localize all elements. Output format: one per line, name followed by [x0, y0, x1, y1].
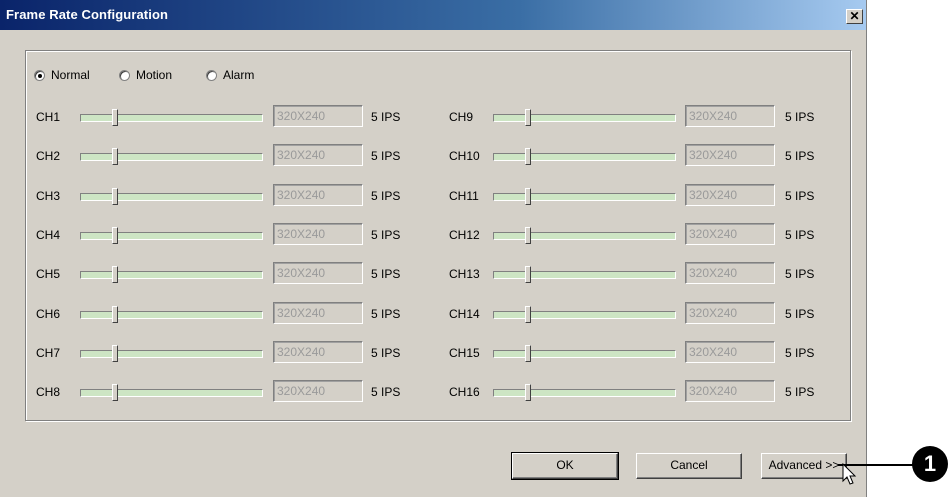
resolution-field: 320X240: [273, 223, 363, 245]
frame-rate-value: 5 IPS: [371, 149, 401, 163]
frame-rate-slider[interactable]: [493, 232, 676, 240]
frame-rate-value: 5 IPS: [371, 307, 401, 321]
channel-label: CH1: [36, 110, 61, 124]
frame-rate-slider[interactable]: [493, 114, 676, 122]
channel-label: CH14: [449, 307, 480, 321]
frame-rate-value: 5 IPS: [785, 110, 815, 124]
mode-label-motion: Motion: [136, 68, 173, 82]
channel-label: CH7: [36, 346, 61, 360]
resolution-field: 320X240: [685, 380, 775, 402]
resolution-field: 320X240: [273, 380, 363, 402]
frame-rate-slider[interactable]: [493, 311, 676, 319]
frame-rate-slider[interactable]: [80, 350, 263, 358]
ok-button[interactable]: OK: [511, 452, 619, 480]
frame-rate-value: 5 IPS: [371, 385, 401, 399]
mouse-pointer-icon: [842, 463, 857, 485]
slider-thumb[interactable]: [525, 188, 531, 205]
slider-thumb[interactable]: [525, 148, 531, 165]
frame-rate-value: 5 IPS: [371, 189, 401, 203]
callout-marker: 1: [912, 446, 948, 482]
advanced-button[interactable]: Advanced >>: [761, 453, 847, 479]
cancel-button[interactable]: Cancel: [636, 453, 742, 479]
resolution-field: 320X240: [685, 105, 775, 127]
frame-rate-slider[interactable]: [493, 350, 676, 358]
resolution-field: 320X240: [273, 302, 363, 324]
frame-rate-value: 5 IPS: [785, 267, 815, 281]
frame-rate-value: 5 IPS: [785, 149, 815, 163]
resolution-field: 320X240: [273, 341, 363, 363]
slider-thumb[interactable]: [525, 266, 531, 283]
slider-thumb[interactable]: [525, 306, 531, 323]
slider-thumb[interactable]: [525, 384, 531, 401]
frame-rate-value: 5 IPS: [371, 110, 401, 124]
radio-selected-icon: [34, 69, 45, 81]
slider-thumb[interactable]: [112, 109, 118, 126]
frame-rate-value: 5 IPS: [785, 189, 815, 203]
frame-rate-value: 5 IPS: [371, 228, 401, 242]
channel-label: CH5: [36, 267, 61, 281]
frame-rate-slider[interactable]: [80, 153, 263, 161]
resolution-field: 320X240: [273, 262, 363, 284]
channel-label: CH6: [36, 307, 61, 321]
slider-thumb[interactable]: [525, 109, 531, 126]
mode-label-alarm: Alarm: [223, 68, 255, 82]
slider-thumb[interactable]: [112, 306, 118, 323]
slider-thumb[interactable]: [112, 345, 118, 362]
resolution-field: 320X240: [685, 262, 775, 284]
dialog-title: Frame Rate Configuration: [6, 7, 169, 22]
slider-thumb[interactable]: [112, 188, 118, 205]
frame-rate-value: 5 IPS: [785, 307, 815, 321]
channel-label: CH16: [449, 385, 480, 399]
frame-rate-slider[interactable]: [80, 114, 263, 122]
frame-rate-slider[interactable]: [80, 193, 263, 201]
slider-thumb[interactable]: [112, 148, 118, 165]
channel-label: CH8: [36, 385, 61, 399]
mode-radio-motion[interactable]: Motion: [119, 68, 172, 82]
channel-label: CH9: [449, 110, 474, 124]
slider-thumb[interactable]: [525, 345, 531, 362]
radio-icon: [119, 69, 130, 81]
resolution-field: 320X240: [685, 302, 775, 324]
frame-rate-value: 5 IPS: [785, 346, 815, 360]
frame-rate-value: 5 IPS: [371, 346, 401, 360]
frame-rate-slider[interactable]: [80, 271, 263, 279]
channel-label: CH15: [449, 346, 480, 360]
resolution-field: 320X240: [273, 144, 363, 166]
resolution-field: 320X240: [273, 184, 363, 206]
close-icon[interactable]: ✕: [846, 9, 863, 24]
resolution-field: 320X240: [685, 144, 775, 166]
radio-icon: [206, 69, 217, 81]
frame-rate-slider[interactable]: [493, 193, 676, 201]
resolution-field: 320X240: [273, 105, 363, 127]
resolution-field: 320X240: [685, 223, 775, 245]
frame-rate-value: 5 IPS: [785, 228, 815, 242]
frame-rate-dialog: Frame Rate Configuration ✕ Normal Motion…: [0, 0, 867, 497]
channel-label: CH2: [36, 149, 61, 163]
frame-rate-slider[interactable]: [493, 153, 676, 161]
frame-rate-value: 5 IPS: [785, 385, 815, 399]
mode-radio-alarm[interactable]: Alarm: [206, 68, 254, 82]
channel-label: CH11: [449, 189, 479, 203]
slider-thumb[interactable]: [112, 384, 118, 401]
frame-rate-slider[interactable]: [493, 271, 676, 279]
slider-thumb[interactable]: [112, 266, 118, 283]
frame-rate-slider[interactable]: [80, 311, 263, 319]
resolution-field: 320X240: [685, 341, 775, 363]
frame-rate-slider[interactable]: [493, 389, 676, 397]
channel-label: CH10: [449, 149, 480, 163]
frame-rate-slider[interactable]: [80, 389, 263, 397]
channel-label: CH13: [449, 267, 480, 281]
resolution-field: 320X240: [685, 184, 775, 206]
channel-label: CH3: [36, 189, 61, 203]
title-bar[interactable]: Frame Rate Configuration ✕: [0, 0, 866, 30]
frame-rate-slider[interactable]: [80, 232, 263, 240]
slider-thumb[interactable]: [525, 227, 531, 244]
mode-radio-normal[interactable]: Normal: [34, 68, 90, 82]
channel-label: CH12: [449, 228, 480, 242]
channel-label: CH4: [36, 228, 61, 242]
frame-rate-value: 5 IPS: [371, 267, 401, 281]
slider-thumb[interactable]: [112, 227, 118, 244]
mode-label-normal: Normal: [51, 68, 90, 82]
